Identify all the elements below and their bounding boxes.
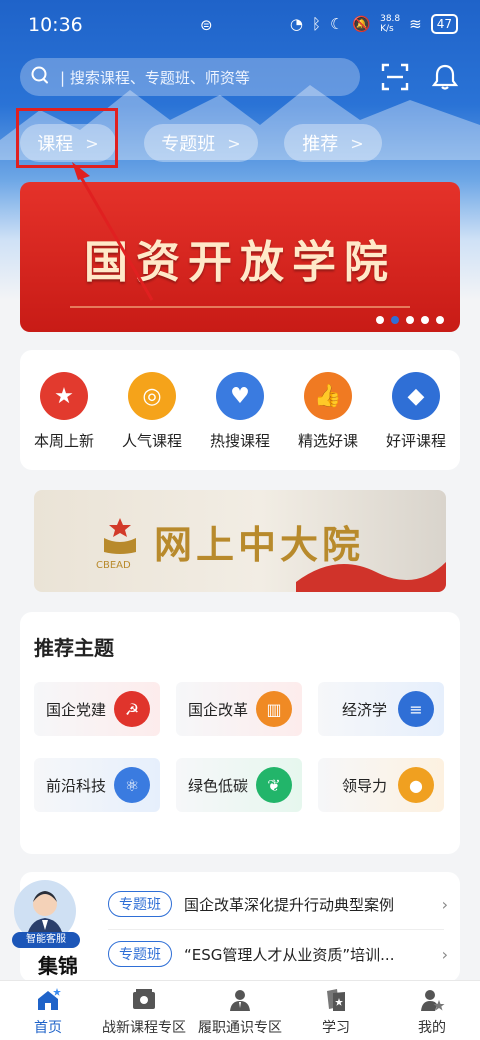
tab-home[interactable]: 首页	[0, 981, 96, 1040]
category-label: 人气课程	[121, 432, 182, 450]
status-time: 10:36	[28, 14, 83, 36]
banner-dot	[421, 316, 429, 324]
home-icon	[38, 988, 61, 1010]
tab-label: 我的	[418, 1020, 446, 1036]
chevron-right-icon: ›	[441, 944, 448, 964]
banner-dot	[406, 316, 414, 324]
topic-label: 绿色低碳	[188, 776, 249, 795]
network-speed: 38.8 K/s	[380, 14, 401, 34]
featured-label: 集锦	[38, 954, 78, 978]
topic-party-building[interactable]: 国企党建 ☭	[34, 682, 160, 736]
highlight-box	[16, 108, 118, 168]
bell-icon[interactable]	[430, 62, 460, 92]
topic-leadership[interactable]: 领导力 ●	[318, 758, 444, 812]
pill-recommend-label: 推荐	[302, 134, 339, 155]
tab-emerging-courses[interactable]: 战新课程专区	[96, 981, 192, 1040]
topic-label: 领导力	[342, 776, 388, 795]
category-label: 精选好课	[297, 432, 358, 450]
battery-indicator: 47	[430, 14, 458, 34]
topic-label: 国企党建	[46, 700, 107, 719]
customer-service-badge[interactable]: 智能客服	[12, 932, 80, 948]
recommended-topics: 推荐主题 国企党建 ☭ 国企改革 ▥ 经济学 ≡ 前沿科技 ⚛ 绿色低碳 ❦ 领…	[20, 612, 460, 854]
banner-divider	[70, 306, 410, 308]
pill-recommend[interactable]: 推荐 >	[284, 124, 382, 162]
topic-green-low-carbon[interactable]: 绿色低碳 ❦	[176, 758, 302, 812]
status-bar: 10:36 ⊜ ◔ ᛒ ☾ 🔕 38.8 K/s ≋ 47	[0, 0, 480, 52]
special-class-tag: 专题班	[108, 941, 172, 967]
featured-item[interactable]: 专题班 国企改革深化提升行动典型案例 ›	[108, 886, 448, 922]
coins-icon: ≡	[398, 691, 434, 727]
tab-label: 战新课程专区	[102, 1020, 186, 1036]
featured-item[interactable]: 专题班 “ESG管理人才从业资质”培训... ›	[108, 936, 448, 972]
bluetooth-icon: ᛒ	[311, 15, 321, 33]
heart-icon: ♥	[216, 372, 264, 420]
category-label: 好评课程	[385, 432, 446, 450]
status-right-icons: ◔ ᛒ ☾ 🔕 38.8 K/s ≋ 47	[290, 14, 458, 34]
topic-label: 前沿科技	[46, 776, 107, 795]
diamond-icon: ◆	[392, 372, 440, 420]
tab-label: 首页	[34, 1020, 62, 1036]
bottom-tab-bar: 首页 战新课程专区 履职通识专区 学习 我的	[0, 980, 480, 1040]
hero-banner[interactable]: 国资开放学院	[20, 182, 460, 332]
banner-dot-active	[391, 316, 399, 324]
search-bar[interactable]: | 搜索课程、专题班、师资等	[20, 58, 360, 96]
tab-profile[interactable]: 我的	[384, 981, 480, 1040]
leaf-icon: ❦	[256, 767, 292, 803]
chevron-right-icon: >	[227, 133, 241, 153]
topic-frontier-tech[interactable]: 前沿科技 ⚛	[34, 758, 160, 812]
list-divider	[108, 929, 444, 930]
wifi-icon: ≋	[409, 15, 422, 33]
thumbs-up-icon: 👍	[304, 372, 352, 420]
banner-pagination	[376, 316, 444, 324]
tab-label: 学习	[322, 1020, 350, 1036]
banner-dot	[436, 316, 444, 324]
popular-icon: ◎	[128, 372, 176, 420]
tab-study[interactable]: 学习	[288, 981, 384, 1040]
category-selected[interactable]: 👍 精选好课	[288, 372, 368, 470]
category-label: 本周上新	[33, 432, 94, 450]
topic-label: 国企改革	[188, 700, 249, 719]
pill-special-class[interactable]: 专题班 >	[144, 124, 258, 162]
search-icon	[20, 65, 60, 89]
topic-label: 经济学	[342, 700, 388, 719]
category-label: 热搜课程	[209, 432, 270, 450]
banner-title: 国资开放学院	[84, 237, 396, 288]
speed-icon: ◔	[289, 15, 303, 33]
chevron-right-icon: ›	[441, 894, 448, 914]
scan-icon[interactable]	[380, 62, 410, 92]
category-hot-search[interactable]: ♥ 热搜课程	[200, 372, 280, 470]
profile-icon	[421, 990, 445, 1011]
star-icon: ★	[40, 372, 88, 420]
tab-label: 履职通识专区	[198, 1020, 282, 1036]
app-notification-icon: ⊜	[200, 16, 213, 34]
category-popular[interactable]: ◎ 人气课程	[112, 372, 192, 470]
general-knowledge-icon	[230, 990, 250, 1011]
banner-dot	[376, 316, 384, 324]
cbead-logo-icon	[104, 518, 136, 554]
person-icon: ●	[398, 767, 434, 803]
cbead-subtitle: CBEAD	[96, 560, 131, 571]
topic-economics[interactable]: 经济学 ≡	[318, 682, 444, 736]
building-icon: ▥	[256, 691, 292, 727]
emerging-courses-icon	[133, 989, 155, 1009]
party-emblem-icon: ☭	[114, 691, 150, 727]
moon-icon: ☾	[329, 15, 344, 33]
atom-icon: ⚛	[114, 767, 150, 803]
category-well-rated[interactable]: ◆ 好评课程	[376, 372, 456, 470]
study-icon	[327, 989, 345, 1011]
category-new-this-week[interactable]: ★ 本周上新	[24, 372, 104, 470]
pill-special-class-label: 专题班	[161, 134, 216, 155]
featured-item-title: “ESG管理人才从业资质”培训...	[184, 945, 395, 964]
cbead-banner[interactable]: CBEAD 网上中大院	[34, 490, 446, 592]
topics-heading: 推荐主题	[34, 636, 114, 660]
search-placeholder: | 搜索课程、专题班、师资等	[60, 68, 250, 87]
tab-general-knowledge[interactable]: 履职通识专区	[192, 981, 288, 1040]
featured-item-title: 国企改革深化提升行动典型案例	[184, 895, 395, 914]
flag-decoration	[296, 562, 446, 592]
category-shortcuts: ★ 本周上新 ◎ 人气课程 ♥ 热搜课程 👍 精选好课 ◆ 好评课程	[20, 350, 460, 470]
special-class-tag: 专题班	[108, 891, 172, 917]
chevron-right-icon: >	[350, 133, 364, 153]
topic-soe-reform[interactable]: 国企改革 ▥	[176, 682, 302, 736]
mute-icon: 🔕	[352, 15, 372, 33]
